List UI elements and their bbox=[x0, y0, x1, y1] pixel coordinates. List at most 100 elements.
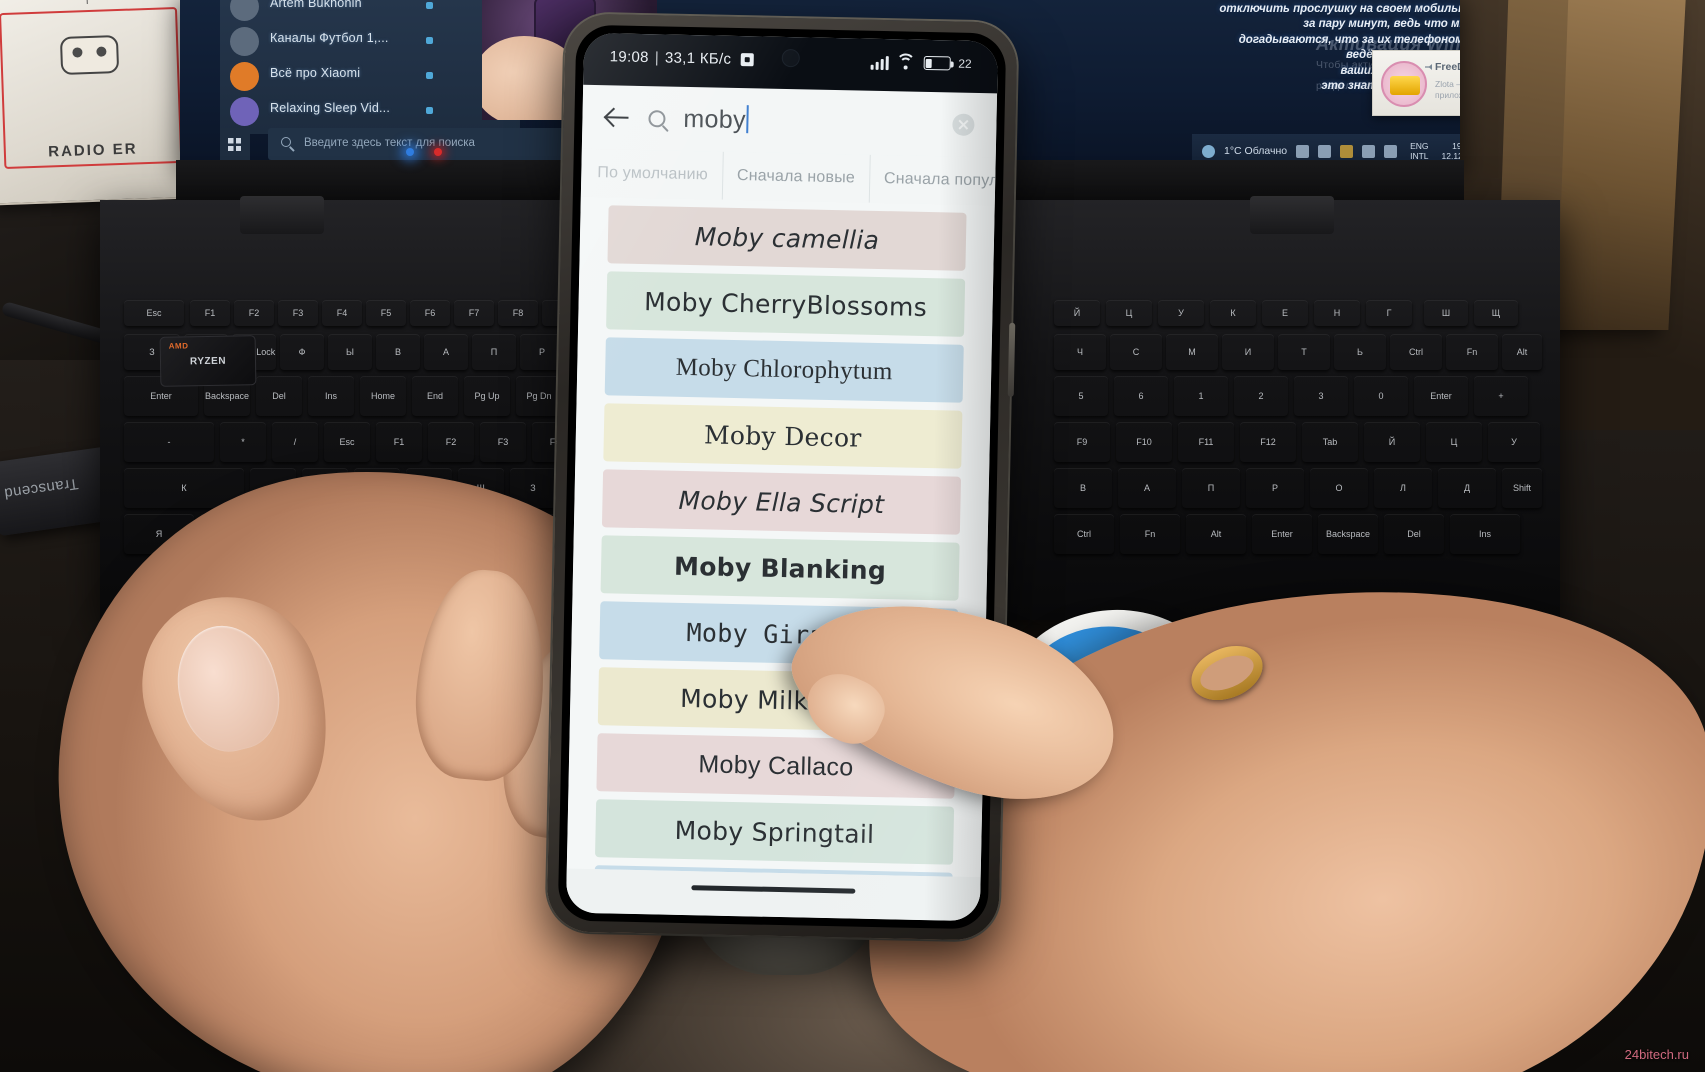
keyboard-key[interactable]: П bbox=[472, 334, 516, 370]
keyboard-key[interactable]: Ш bbox=[1424, 300, 1468, 326]
back-arrow-icon[interactable] bbox=[604, 104, 631, 131]
keyboard-key[interactable]: F9 bbox=[1054, 422, 1110, 462]
keyboard-key[interactable]: Tab bbox=[1302, 422, 1358, 462]
keyboard-key[interactable]: 5 bbox=[1054, 376, 1108, 416]
windows-start-button[interactable] bbox=[220, 128, 250, 160]
keyboard-key[interactable]: Esc bbox=[124, 300, 184, 326]
keyboard-key[interactable]: End bbox=[412, 376, 458, 416]
keyboard-key[interactable]: П bbox=[1182, 468, 1240, 508]
keyboard-key[interactable]: F6 bbox=[410, 300, 450, 326]
keyboard-key[interactable]: F2 bbox=[234, 300, 274, 326]
font-list-item[interactable]: Moby Ella Script bbox=[601, 469, 962, 535]
keyboard-key[interactable]: Shift bbox=[1502, 468, 1542, 508]
keyboard-key[interactable]: F2 bbox=[428, 422, 474, 462]
taskbar-clock[interactable]: 19:08 12.12.2021 bbox=[1442, 141, 1460, 161]
keyboard-key[interactable]: Е bbox=[1262, 300, 1308, 326]
font-list-item[interactable]: Moby Springtail bbox=[594, 799, 955, 865]
telegram-chat-row[interactable]: Relaxing Sleep Vid... bbox=[230, 95, 512, 129]
tray-app-icon[interactable] bbox=[1362, 144, 1376, 158]
keyboard-key[interactable]: В bbox=[376, 334, 420, 370]
tray-volume-icon[interactable] bbox=[1384, 144, 1398, 158]
keyboard-key[interactable]: М bbox=[1166, 334, 1218, 370]
keyboard-key[interactable]: Pg Dn bbox=[516, 376, 562, 416]
keyboard-key[interactable]: F3 bbox=[278, 300, 318, 326]
keyboard-key[interactable]: 3 bbox=[1294, 376, 1348, 416]
keyboard-key[interactable]: + bbox=[1474, 376, 1528, 416]
keyboard-key[interactable]: 6 bbox=[1114, 376, 1168, 416]
tab-popular[interactable]: Сначала популярн... bbox=[869, 155, 996, 206]
keyboard-key[interactable]: * bbox=[220, 422, 266, 462]
clear-icon[interactable] bbox=[952, 113, 975, 136]
keyboard-key[interactable]: Enter bbox=[1252, 514, 1312, 554]
keyboard-key[interactable]: F4 bbox=[322, 300, 362, 326]
keyboard-key[interactable]: F1 bbox=[190, 300, 230, 326]
keyboard-key[interactable]: Ctrl bbox=[1054, 514, 1114, 554]
font-list-item[interactable]: Moby Chlorophytum bbox=[604, 337, 964, 403]
tray-app-icon[interactable] bbox=[1318, 144, 1332, 158]
keyboard-key[interactable]: - bbox=[124, 422, 214, 462]
home-indicator[interactable] bbox=[691, 885, 856, 894]
keyboard-key[interactable]: Del bbox=[256, 376, 302, 416]
font-list-item[interactable]: Moby CherryBlossoms bbox=[606, 271, 966, 337]
keyboard-key[interactable]: Pg Up bbox=[464, 376, 510, 416]
tab-default[interactable]: По умолчанию bbox=[580, 148, 724, 200]
keyboard-key[interactable]: F7 bbox=[454, 300, 494, 326]
keyboard-key[interactable]: Л bbox=[1374, 468, 1432, 508]
keyboard-key[interactable]: А bbox=[424, 334, 468, 370]
telegram-chat-row[interactable]: Каналы Футбол 1,... bbox=[230, 25, 512, 59]
keyboard-key[interactable]: Ц bbox=[1106, 300, 1152, 326]
keyboard-key[interactable]: F10 bbox=[1116, 422, 1172, 462]
telegram-chat-row[interactable]: Artem Bukhonin bbox=[230, 0, 512, 24]
keyboard-key[interactable]: А bbox=[1118, 468, 1176, 508]
keyboard-key[interactable]: С bbox=[1110, 334, 1162, 370]
keyboard-key[interactable]: 2 bbox=[1234, 376, 1288, 416]
keyboard-key[interactable]: Ctrl bbox=[1390, 334, 1442, 370]
font-list-item[interactable]: Moby Decor bbox=[603, 403, 963, 469]
keyboard-key[interactable]: Alt bbox=[1502, 334, 1542, 370]
font-list-item[interactable]: Moby Blanking bbox=[600, 535, 960, 601]
keyboard-key[interactable]: Ц bbox=[1426, 422, 1482, 462]
keyboard-key[interactable]: Alt bbox=[1186, 514, 1246, 554]
keyboard-key[interactable]: О bbox=[1310, 468, 1368, 508]
font-list-item[interactable]: Moby camellia bbox=[607, 205, 967, 271]
keyboard-key[interactable]: Enter bbox=[1414, 376, 1468, 416]
keyboard-key[interactable]: Backspace bbox=[1318, 514, 1378, 554]
keyboard-key[interactable]: Т bbox=[1278, 334, 1330, 370]
keyboard-key[interactable]: F5 bbox=[366, 300, 406, 326]
keyboard-key[interactable]: Щ bbox=[1474, 300, 1518, 326]
keyboard-key[interactable]: Н bbox=[1314, 300, 1360, 326]
keyboard-key[interactable]: Fn bbox=[1446, 334, 1498, 370]
keyboard-key[interactable]: Ч bbox=[1054, 334, 1106, 370]
tab-newest[interactable]: Сначала новые bbox=[722, 151, 871, 203]
keyboard-key[interactable]: Ы bbox=[328, 334, 372, 370]
keyboard-key[interactable]: F12 bbox=[1240, 422, 1296, 462]
keyboard-key[interactable]: Ins bbox=[308, 376, 354, 416]
keyboard-key[interactable]: F1 bbox=[376, 422, 422, 462]
keyboard-key[interactable]: В bbox=[1054, 468, 1112, 508]
search-input[interactable]: moby bbox=[683, 104, 753, 135]
taskbar-language[interactable]: ENG INTL bbox=[1410, 141, 1428, 161]
keyboard-key[interactable]: Del bbox=[1384, 514, 1444, 554]
keyboard-key[interactable]: Fn bbox=[1120, 514, 1180, 554]
keyboard-key[interactable]: К bbox=[1210, 300, 1256, 326]
keyboard-key[interactable]: / bbox=[272, 422, 318, 462]
keyboard-key[interactable]: Ь bbox=[1334, 334, 1386, 370]
keyboard-key[interactable]: 1 bbox=[1174, 376, 1228, 416]
keyboard-key[interactable]: F3 bbox=[480, 422, 526, 462]
keyboard-key[interactable]: Г bbox=[1366, 300, 1412, 326]
keyboard-key[interactable]: Р bbox=[1246, 468, 1304, 508]
keyboard-key[interactable]: Home bbox=[360, 376, 406, 416]
telegram-chat-row[interactable]: Всё про Xiaomi bbox=[230, 60, 512, 94]
keyboard-key[interactable]: F11 bbox=[1178, 422, 1234, 462]
keyboard-key[interactable]: Й bbox=[1054, 300, 1100, 326]
tray-chevron-icon[interactable] bbox=[1296, 144, 1310, 158]
keyboard-key[interactable]: Д bbox=[1438, 468, 1496, 508]
keyboard-key[interactable]: 0 bbox=[1354, 376, 1408, 416]
keyboard-key[interactable]: Й bbox=[1364, 422, 1420, 462]
keyboard-key[interactable]: Esc bbox=[324, 422, 370, 462]
keyboard-key[interactable]: Ins bbox=[1450, 514, 1520, 554]
keyboard-key[interactable]: У bbox=[1158, 300, 1204, 326]
tray-app-icon[interactable] bbox=[1340, 144, 1354, 158]
keyboard-key[interactable]: F8 bbox=[498, 300, 538, 326]
keyboard-key[interactable]: И bbox=[1222, 334, 1274, 370]
